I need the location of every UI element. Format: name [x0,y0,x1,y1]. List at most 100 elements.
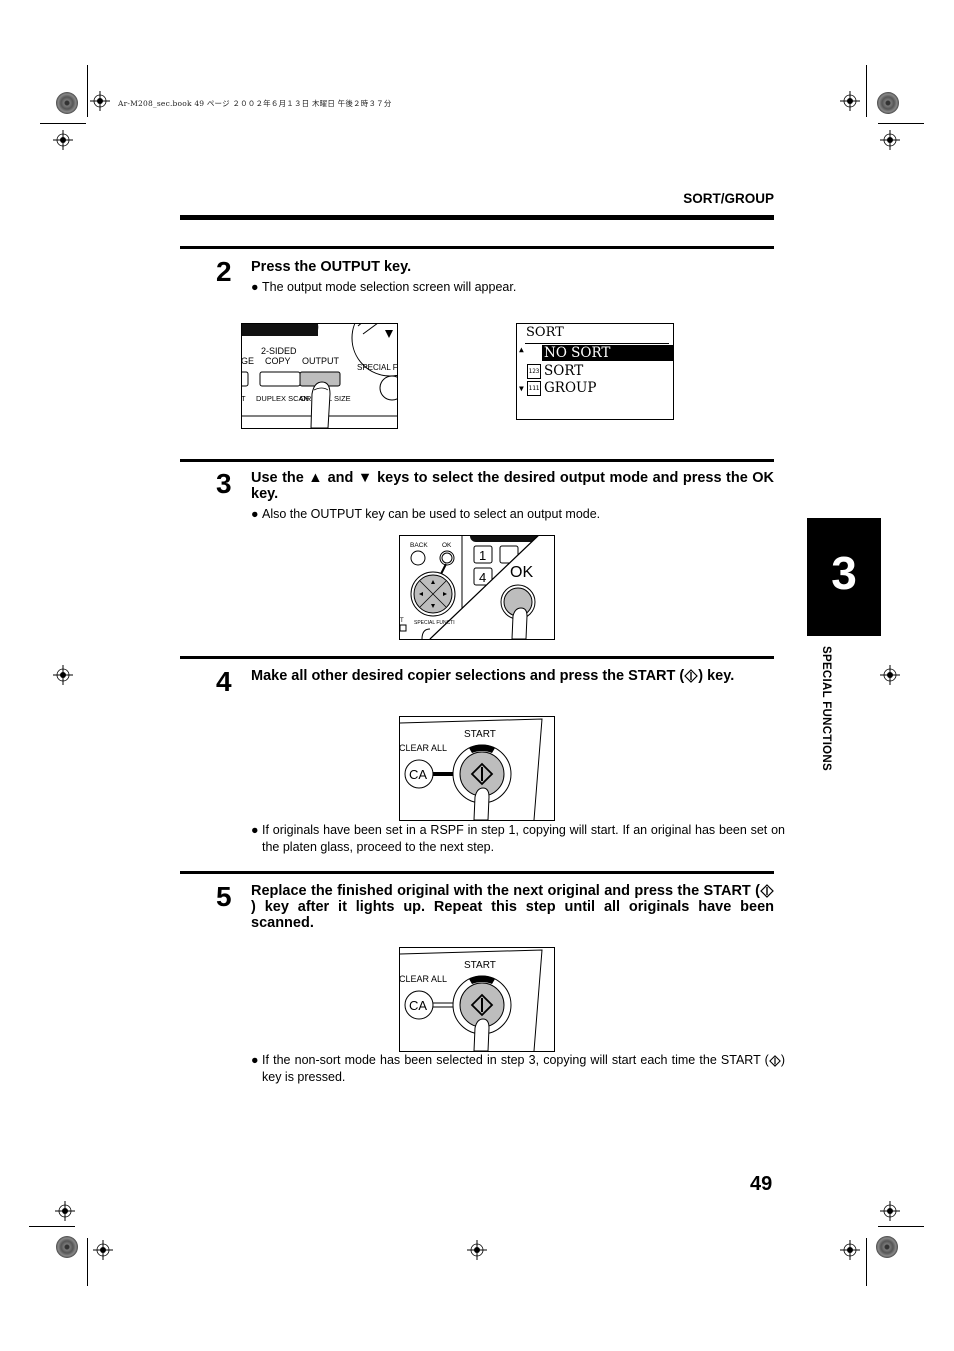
registration-mark-icon [880,665,900,685]
lcd-output-screen: SORT ▲ NO SORT 123 SORT ▼ 111 GROUP [516,323,674,420]
start-key-icon [768,1055,781,1067]
step-note: ● Also the OUTPUT key can be used to sele… [251,506,785,523]
panel-label: CLEAR ALL [400,974,447,984]
bullet-icon: ● [251,507,259,521]
key-label: OK [510,564,533,581]
panel-label: START [464,729,496,740]
panel-label: OK [442,542,452,549]
color-target-top-right [877,92,899,114]
registration-mark-icon [840,91,860,111]
panel-label: OUTPUT [302,356,340,366]
crop-mark [87,65,88,117]
start-key-icon [760,884,774,898]
panel-label: BACK [410,542,428,549]
step-number: 5 [216,881,232,912]
start-key-panel-illustration: START CLEAR ALL CA [399,947,555,1052]
pressing-finger-icon [511,607,528,639]
lcd-option-no-sort: NO SORT [544,345,611,361]
color-target-bottom-right [876,1236,898,1258]
step-instruction: Make all other desired copier selections… [251,668,774,684]
panel-label: 2-SIDED [261,346,297,356]
registration-mark-icon [93,1240,113,1260]
lcd-option-sort: SORT [544,363,584,379]
panel-label: T [242,394,246,403]
registration-mark-icon [90,91,110,111]
panel-label: SPECIAL FU [357,363,397,372]
chapter-label: SPECIAL FUNCTIONS [820,646,832,772]
pressing-finger-icon [310,381,331,428]
color-target-top-left [56,92,78,114]
chapter-number: 3 [831,547,857,599]
crop-mark [87,1238,88,1286]
crop-mark [878,1226,924,1227]
step-divider [180,246,774,249]
crop-mark [40,123,86,124]
step-instruction: Use the ▲ and ▼ keys to select the desir… [251,470,774,502]
page-number: 49 [750,1173,773,1195]
crop-mark [866,1238,867,1286]
key-label: 1 [479,548,486,563]
panel-label: L SIZE [328,394,351,403]
pressing-finger-icon [473,1018,490,1051]
bullet-icon: ● [251,280,259,294]
print-job-header: Ar-M208_sec.book 49 ページ ２００２年６月１３日 木曜日 午… [118,99,392,108]
bullet-icon: ● [251,823,259,837]
header-rule [180,215,774,220]
panel-label: SPECIAL FUNCTI [414,620,455,626]
step-divider [180,459,774,462]
panel-label: CLEAR ALL [400,743,447,753]
step-divider [180,656,774,659]
color-target-bottom-left [56,1236,78,1258]
lcd-up-arrow-icon: ▲ [519,345,524,354]
start-key-icon [684,669,699,683]
panel-label: OR [300,394,312,403]
step-note: ● If originals have been set in a RSPF in… [251,822,785,856]
ok-key-panel-illustration: BACK OK 1 4 OK SPECIAL FUNCTI T [399,535,555,640]
start-key-panel-illustration: START CLEAR ALL CA [399,716,555,821]
crop-mark [29,1226,75,1227]
instruction-text: Make all other desired copier selections… [251,668,685,684]
note-text: If the non-sort mode has been selected i… [262,1053,769,1067]
registration-mark-icon [53,665,73,685]
step-number: 3 [216,468,232,499]
registration-mark-icon [55,1201,75,1221]
instruction-text: ) key after it lights up. Repeat this st… [251,899,774,931]
instruction-text: Replace the finished original with the n… [251,883,760,899]
key-label: 4 [479,570,486,585]
chapter-tab: 3 [807,518,881,636]
lcd-down-arrow-icon: ▼ [519,384,524,393]
registration-mark-icon [840,1240,860,1260]
group-icon: 111 [527,381,541,396]
step-divider [180,871,774,874]
panel-label: T [400,618,404,624]
registration-mark-icon [880,130,900,150]
step-instruction: Replace the finished original with the n… [251,883,774,931]
pressing-finger-icon [473,787,490,820]
registration-mark-icon [467,1240,487,1260]
instruction-text: ) key. [698,668,735,684]
panel-label: START [464,960,496,971]
sort-icon: 123 [527,364,541,379]
step-instruction: Press the OUTPUT key. [251,259,412,275]
lcd-title-rule [525,343,669,344]
step-number: 4 [216,666,232,697]
key-label: CA [409,767,427,782]
section-title: SORT/GROUP [683,191,774,206]
lcd-title: SORT [526,325,564,340]
crop-mark [866,65,867,117]
output-key-panel-illustration: GE 2-SIDED COPY OUTPUT SPECIAL FU T DUPL… [241,323,398,429]
note-text: If originals have been set in a RSPF in … [262,823,785,854]
step-note: ● If the non-sort mode has been selected … [251,1052,785,1086]
bullet-icon: ● [251,1053,259,1067]
panel-label: GE [242,356,254,366]
crop-mark [878,123,924,124]
step-note: ● The output mode selection screen will a… [251,279,785,296]
note-text: Also the OUTPUT key can be used to selec… [262,507,601,521]
panel-label: COPY [265,356,291,366]
step-number: 2 [216,256,232,287]
key-label: CA [409,998,427,1013]
registration-mark-icon [880,1201,900,1221]
note-text: The output mode selection screen will ap… [262,280,517,294]
lcd-option-group: GROUP [544,380,597,396]
registration-mark-icon [53,130,73,150]
